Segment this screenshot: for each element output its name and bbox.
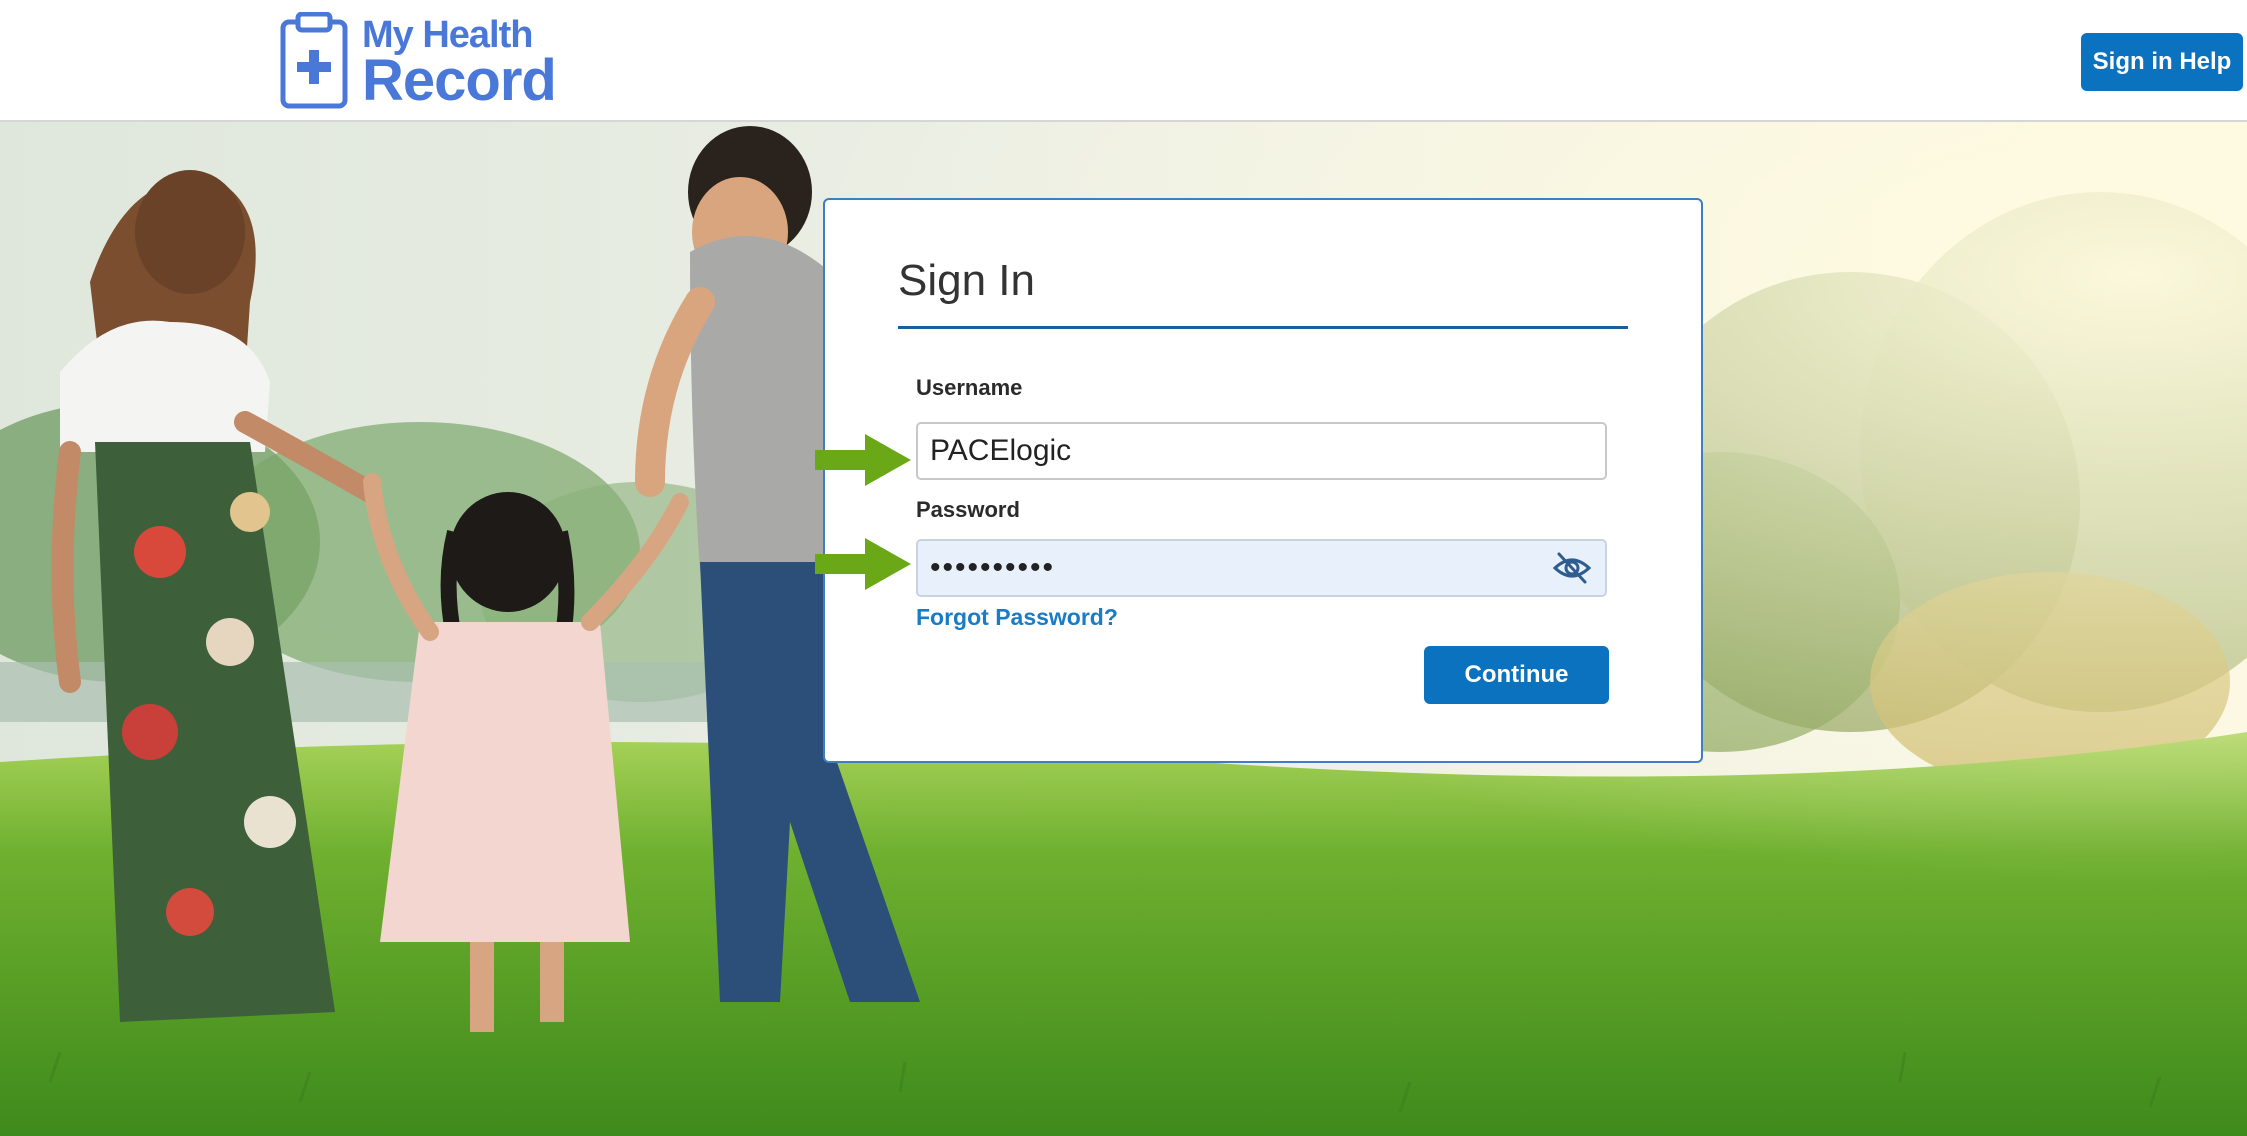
title-divider bbox=[898, 326, 1628, 329]
my-health-record-logo[interactable]: My Health Record bbox=[278, 12, 557, 110]
arrow-right-icon bbox=[815, 434, 911, 486]
sign-in-help-button[interactable]: Sign in Help bbox=[2081, 33, 2243, 91]
site-header: My Health Record Sign in Help bbox=[0, 0, 2247, 122]
forgot-password-link[interactable]: Forgot Password? bbox=[916, 604, 1118, 631]
password-input[interactable] bbox=[916, 539, 1607, 597]
eye-slash-icon bbox=[1552, 552, 1592, 584]
password-label: Password bbox=[916, 497, 1020, 522]
logo-text-line2: Record bbox=[362, 48, 557, 113]
continue-button[interactable]: Continue bbox=[1424, 646, 1609, 704]
sign-in-title: Sign In bbox=[898, 256, 1035, 305]
sign-in-card: Sign In Username Password Forgot Passwor… bbox=[823, 198, 1703, 763]
clipboard-plus-icon bbox=[280, 12, 348, 109]
toggle-password-visibility-button[interactable] bbox=[1551, 548, 1593, 588]
username-input[interactable] bbox=[916, 422, 1607, 480]
arrow-right-icon bbox=[815, 538, 911, 590]
username-label: Username bbox=[916, 375, 1023, 400]
